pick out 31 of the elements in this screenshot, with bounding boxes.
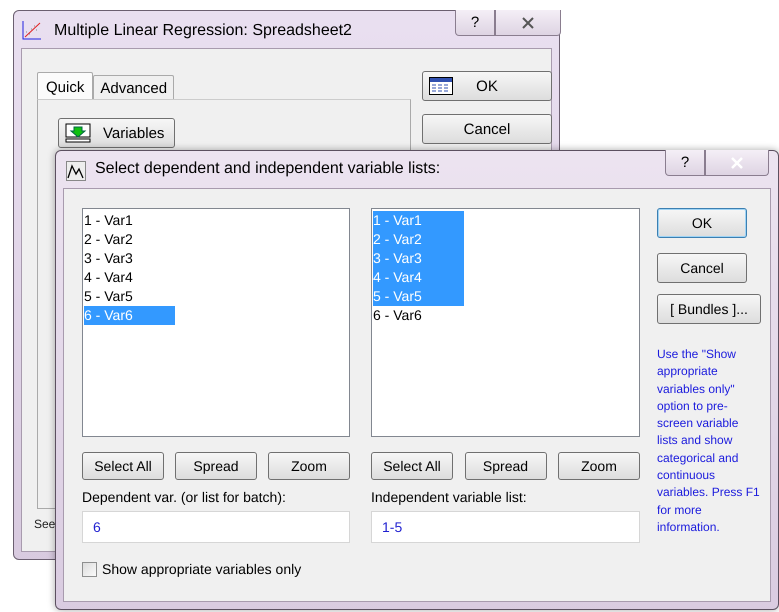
tab[interactable]: Quick (37, 72, 94, 102)
cancel-button[interactable]: Cancel (657, 253, 747, 283)
ok-button[interactable]: OK (422, 71, 552, 101)
list-button[interactable]: Spread (175, 452, 257, 480)
list-button[interactable]: Select All (371, 452, 453, 480)
cancel-button[interactable]: Cancel (422, 114, 552, 144)
dialog-title: Select dependent and independent variable lists: (95, 160, 440, 178)
variables-button[interactable]: Variables (58, 118, 175, 148)
checkbox-label: Show appropriate variables only (102, 561, 302, 577)
list-item[interactable]: 3 - Var3 (84, 249, 175, 268)
bundles-button[interactable]: [ Bundles ]... (657, 294, 761, 324)
help-text: Use the "Show appropriate variables only" option to pre-screen variable lists and show categorical and continuous variables. Press F1 for more information. (657, 346, 761, 536)
field-label: Independent variable list: (371, 489, 528, 505)
list-item[interactable]: 1 - Var1 (84, 211, 175, 230)
ok-button[interactable]: OK (657, 208, 747, 238)
variable-field[interactable]: 1-5 (371, 511, 640, 543)
list-button[interactable]: Zoom (558, 452, 640, 480)
list-item[interactable]: 4 - Var4 (84, 268, 175, 287)
field-label: Dependent var. (or list for batch): (82, 489, 287, 505)
list-button[interactable]: Select All (82, 452, 164, 480)
variable-field[interactable]: 6 (82, 511, 350, 543)
help-button[interactable]: ? (665, 150, 705, 176)
list-item[interactable]: 2 - Var2 (84, 230, 175, 249)
list-item[interactable]: 6 - Var6 (373, 306, 464, 325)
help-button[interactable]: ? (455, 10, 495, 36)
window-title: Multiple Linear Regression: Spreadsheet2 (54, 22, 352, 40)
list-button[interactable]: Spread (464, 452, 546, 480)
tab[interactable]: Advanced (93, 75, 174, 101)
status-text: See (34, 517, 56, 531)
list-item[interactable]: 5 - Var5 (84, 287, 175, 306)
list-button[interactable]: Zoom (268, 452, 350, 480)
